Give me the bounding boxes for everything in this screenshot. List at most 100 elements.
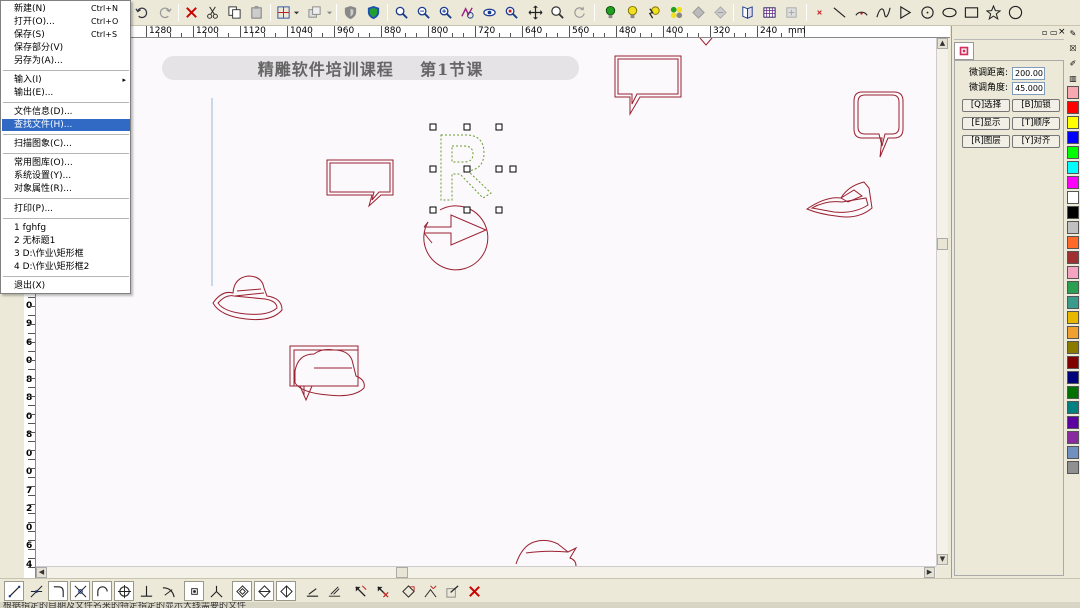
color-swatch[interactable] [1067,86,1079,99]
extend-tool-icon[interactable] [302,581,322,601]
color-swatch[interactable] [1067,371,1079,384]
color-swatch[interactable] [1067,236,1079,249]
color-swatch[interactable] [1067,116,1079,129]
chevron-down-icon[interactable] [324,3,334,22]
break-tool-icon[interactable] [206,581,226,601]
zoom-out-icon[interactable] [414,3,433,22]
scroll-right-icon[interactable]: ▶ [924,567,935,578]
menu-item-new[interactable]: 新建(N) Ctrl+N [2,3,130,15]
horizontal-scrollbar[interactable]: ◀ ▶ [36,566,936,578]
book-icon[interactable] [738,3,757,22]
panel-minimize-icon[interactable]: ▫ [1042,28,1047,37]
color-swatch[interactable] [1067,101,1079,114]
node-point-icon[interactable] [184,581,204,601]
diamond-tool-3-icon[interactable] [276,581,296,601]
drawing-canvas[interactable]: 精雕软件培训课程 第1节课 [36,38,936,566]
settings-gray-icon[interactable] [782,3,801,22]
pan-icon[interactable] [526,3,545,22]
line-tool-icon[interactable] [4,581,24,601]
menu-item-recent-2[interactable]: 2 无标题1 [2,235,130,247]
bulb-mixed-icon[interactable] [667,3,686,22]
diamond-tool-2-icon[interactable] [254,581,274,601]
shield-gray-icon[interactable] [341,3,360,22]
color-swatch[interactable] [1067,221,1079,234]
menu-item-recent-3[interactable]: 3 D:\作业\矩形框 [2,248,130,260]
select-node-icon[interactable] [350,581,370,601]
cut-icon[interactable] [203,3,222,22]
color-swatch[interactable] [1067,416,1079,429]
zoom-object-icon[interactable] [458,3,477,22]
angle-input[interactable]: 45.000 [1012,82,1045,95]
lock-button[interactable]: [B]加锁 [1012,99,1060,112]
menu-item-recent-4[interactable]: 4 D:\作业\矩形框2 [2,261,130,273]
arc-tool-icon[interactable] [92,581,112,601]
pen-icon[interactable]: ✎ [1067,27,1079,40]
zoom-icon[interactable] [548,3,567,22]
align-button[interactable]: [Y]对齐 [1012,135,1060,148]
color-swatch[interactable] [1067,131,1079,144]
refresh-icon[interactable] [570,3,589,22]
color-swatch[interactable] [1067,281,1079,294]
menu-item-export[interactable]: 输出(E)... [2,87,130,99]
color-swatch[interactable] [1067,296,1079,309]
star-icon[interactable] [984,3,1003,22]
color-swatch[interactable] [1067,386,1079,399]
color-swatch[interactable] [1067,146,1079,159]
menu-item-file-info[interactable]: 文件信息(D)... [2,106,130,118]
panel-restore-icon[interactable]: ▭ [1050,28,1058,37]
menu-item-common-library[interactable]: 常用图库(O)... [2,157,130,169]
brush-icon[interactable]: ✐ [1067,57,1079,70]
layer-gray-icon[interactable] [689,3,708,22]
transform-tool-2-icon[interactable] [420,581,440,601]
point-icon[interactable] [810,3,829,22]
grid-icon[interactable] [760,3,779,22]
delete-icon[interactable] [182,3,201,22]
menu-item-system-settings[interactable]: 系统设置(Y)... [2,170,130,182]
eye-icon[interactable] [480,3,499,22]
horizontal-scroll-thumb[interactable] [396,567,408,578]
scroll-left-icon[interactable]: ◀ [36,567,47,578]
diamond-tool-icon[interactable] [232,581,252,601]
edit-node-icon[interactable] [442,581,462,601]
color-swatch[interactable] [1067,356,1079,369]
color-swatch[interactable] [1067,461,1079,474]
menu-item-object-properties[interactable]: 对象属性(R)... [2,183,130,195]
menu-item-save[interactable]: 保存(S) Ctrl+S [2,29,130,41]
ellipse-icon[interactable] [940,3,959,22]
menu-item-input[interactable]: 输入(I) ▸ [2,74,130,86]
curve-icon[interactable] [874,3,893,22]
copy-icon[interactable] [225,3,244,22]
color-swatch[interactable] [1067,176,1079,189]
delete-node-icon[interactable] [372,581,392,601]
color-swatch[interactable] [1067,446,1079,459]
display-button[interactable]: [E]显示 [962,117,1010,130]
chevron-down-icon[interactable] [291,3,301,22]
color-swatch[interactable] [1067,266,1079,279]
line-icon[interactable] [830,3,849,22]
arc-icon[interactable] [852,3,871,22]
menu-item-save-part[interactable]: 保存部分(V) [2,42,130,54]
menu-item-recent-1[interactable]: 1 fghfg [2,222,130,234]
circle-center-icon[interactable] [918,3,937,22]
select-button[interactable]: [Q]选择 [962,99,1010,112]
color-swatch[interactable] [1067,431,1079,444]
menu-item-scan-image[interactable]: 扫描图象(C)... [2,138,130,150]
rectangle-icon[interactable] [962,3,981,22]
undo-icon[interactable] [132,3,151,22]
eraser-icon[interactable]: ☒ [1067,42,1079,55]
center-tool-icon[interactable] [114,581,134,601]
scroll-up-icon[interactable]: ▲ [937,38,948,49]
shield-green-icon[interactable] [364,3,383,22]
paste-icon[interactable] [247,3,266,22]
color-swatch[interactable] [1067,326,1079,339]
bulb-yellow-icon[interactable] [623,3,642,22]
group-icon[interactable] [305,3,324,22]
zoom-in-icon[interactable] [436,3,455,22]
distance-input[interactable]: 200.00 [1012,67,1045,80]
order-button[interactable]: [T]顺序 [1012,117,1060,130]
bulb-lightning-icon[interactable] [645,3,664,22]
menu-item-save-as[interactable]: 另存为(A)... [2,55,130,67]
panel-tab[interactable] [954,42,974,60]
menu-item-print[interactable]: 打印(P)... [2,203,130,215]
color-swatch[interactable] [1067,206,1079,219]
